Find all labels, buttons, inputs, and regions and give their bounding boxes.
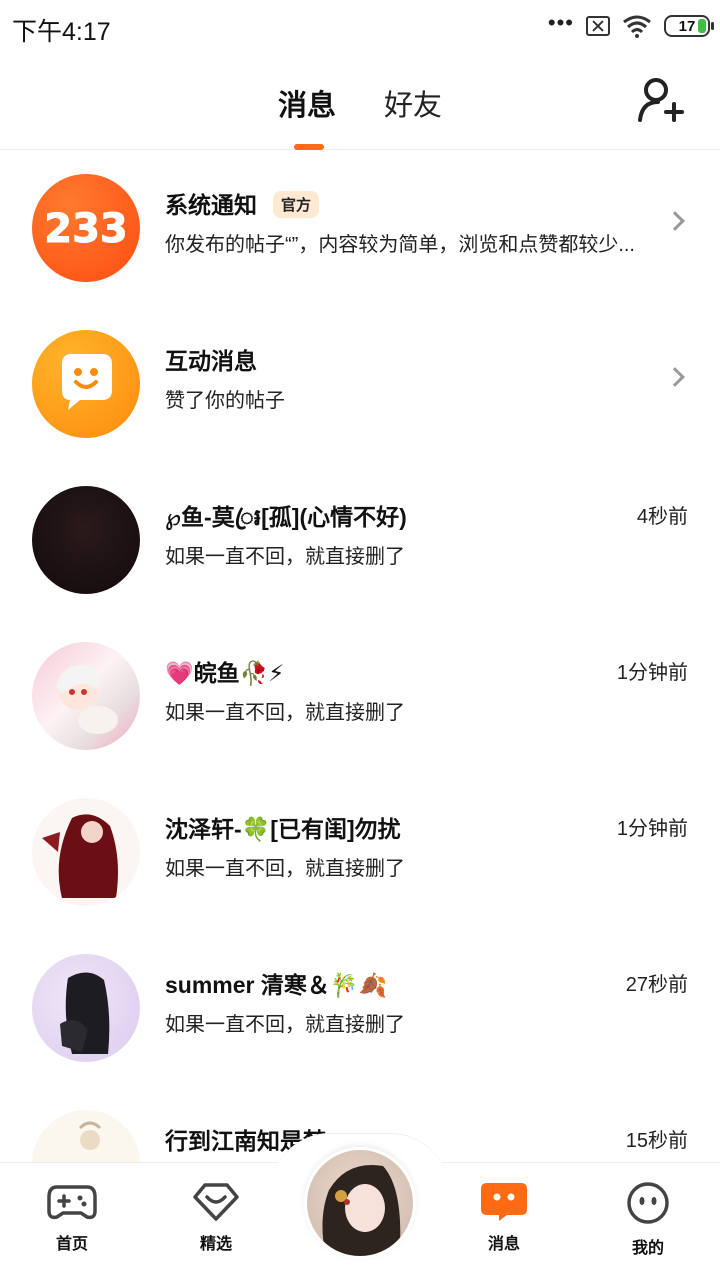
- list-item-chat[interactable]: 沈泽轩-🍀[已有闺]勿扰 1分钟前 如果一直不回，就直接删了: [0, 774, 720, 930]
- message-preview: 你发布的帖子“”，内容较为简单，浏览和点赞都较少...: [165, 234, 635, 256]
- message-name: summer 清寒＆🎋🍂: [165, 972, 388, 998]
- avatar-interactions: [32, 330, 140, 438]
- nav-label: 首页: [55, 1236, 88, 1253]
- nav-messages[interactable]: 消息: [469, 1181, 539, 1254]
- no-sim-icon: [586, 16, 610, 36]
- message-preview: 赞了你的帖子: [165, 390, 285, 412]
- wifi-icon: [623, 15, 651, 38]
- message-preview: 如果一直不回，就直接删了: [165, 546, 405, 568]
- heart-badge-icon: [193, 1183, 239, 1221]
- avatar: [32, 954, 140, 1062]
- message-time: 27秒前: [625, 974, 688, 996]
- message-name: 互动消息: [165, 348, 257, 374]
- status-icons: ••• 17: [547, 10, 714, 40]
- list-item-interactions[interactable]: 互动消息 赞了你的帖子: [0, 306, 720, 462]
- gamepad-icon: [47, 1185, 97, 1220]
- svg-text:233: 233: [44, 206, 128, 252]
- bottom-nav: 首页 精选 消息 我的: [0, 1133, 720, 1280]
- message-name: 💗皖鱼🥀⚡: [165, 660, 285, 686]
- message-time: 1分钟前: [616, 818, 688, 840]
- nav-label: 精选: [199, 1236, 232, 1253]
- list-item-chat[interactable]: 💗皖鱼🥀⚡ 1分钟前 如果一直不回，就直接删了: [0, 618, 720, 774]
- message-time: 1分钟前: [616, 662, 688, 684]
- header: 消息 好友: [0, 52, 720, 150]
- add-user-icon[interactable]: [636, 76, 684, 124]
- avatar: [32, 642, 140, 750]
- message-time: 4秒前: [636, 506, 688, 528]
- avatar: [322, 1165, 401, 1256]
- list-item-chat[interactable]: ℘鱼-莫ꦿ៛[孤](心情不好) 4秒前 如果一直不回，就直接删了: [0, 462, 720, 618]
- list-item-chat[interactable]: summer 清寒＆🎋🍂 27秒前 如果一直不回，就直接删了: [0, 930, 720, 1086]
- message-bubble-icon: [481, 1183, 527, 1221]
- nav-home[interactable]: 首页: [37, 1181, 107, 1254]
- chat-bubble-face-icon: [62, 354, 112, 410]
- status-bar: 下午4:17 ••• 17: [0, 0, 720, 52]
- face-icon: [627, 1182, 669, 1224]
- chevron-right-icon: [665, 211, 685, 231]
- official-badge: 官方: [273, 191, 320, 218]
- nav-center-avatar[interactable]: [304, 1147, 416, 1259]
- message-preview: 如果一直不回，就直接删了: [165, 858, 405, 880]
- tab-messages[interactable]: 消息: [278, 82, 336, 124]
- message-list: 233 系统通知 官方 你发布的帖子“”，内容较为简单，浏览和点赞都较少... 互…: [0, 150, 720, 1242]
- nav-me[interactable]: 我的: [613, 1181, 683, 1258]
- message-name: 沈泽轩-🍀[已有闺]勿扰: [165, 816, 401, 842]
- message-name: 系统通知 官方: [165, 186, 320, 220]
- battery-level: 17: [678, 17, 696, 35]
- message-preview: 如果一直不回，就直接删了: [165, 1014, 405, 1036]
- nav-label: 我的: [631, 1240, 664, 1257]
- logo-233-icon: 233: [44, 206, 129, 253]
- battery-icon: 17: [664, 15, 714, 37]
- chevron-right-icon: [665, 367, 685, 387]
- nav-label: 消息: [487, 1236, 520, 1253]
- nav-picks[interactable]: 精选: [181, 1181, 251, 1254]
- avatar-233: 233: [32, 174, 140, 282]
- avatar: [32, 486, 140, 594]
- message-preview: 如果一直不回，就直接删了: [165, 702, 405, 724]
- more-dots-icon: •••: [547, 10, 574, 35]
- status-time: 下午4:17: [12, 18, 111, 46]
- tab-friends[interactable]: 好友: [384, 82, 442, 124]
- avatar: [32, 798, 140, 906]
- message-time: 15秒前: [625, 1130, 688, 1152]
- list-item-system-notice[interactable]: 233 系统通知 官方 你发布的帖子“”，内容较为简单，浏览和点赞都较少...: [0, 150, 720, 306]
